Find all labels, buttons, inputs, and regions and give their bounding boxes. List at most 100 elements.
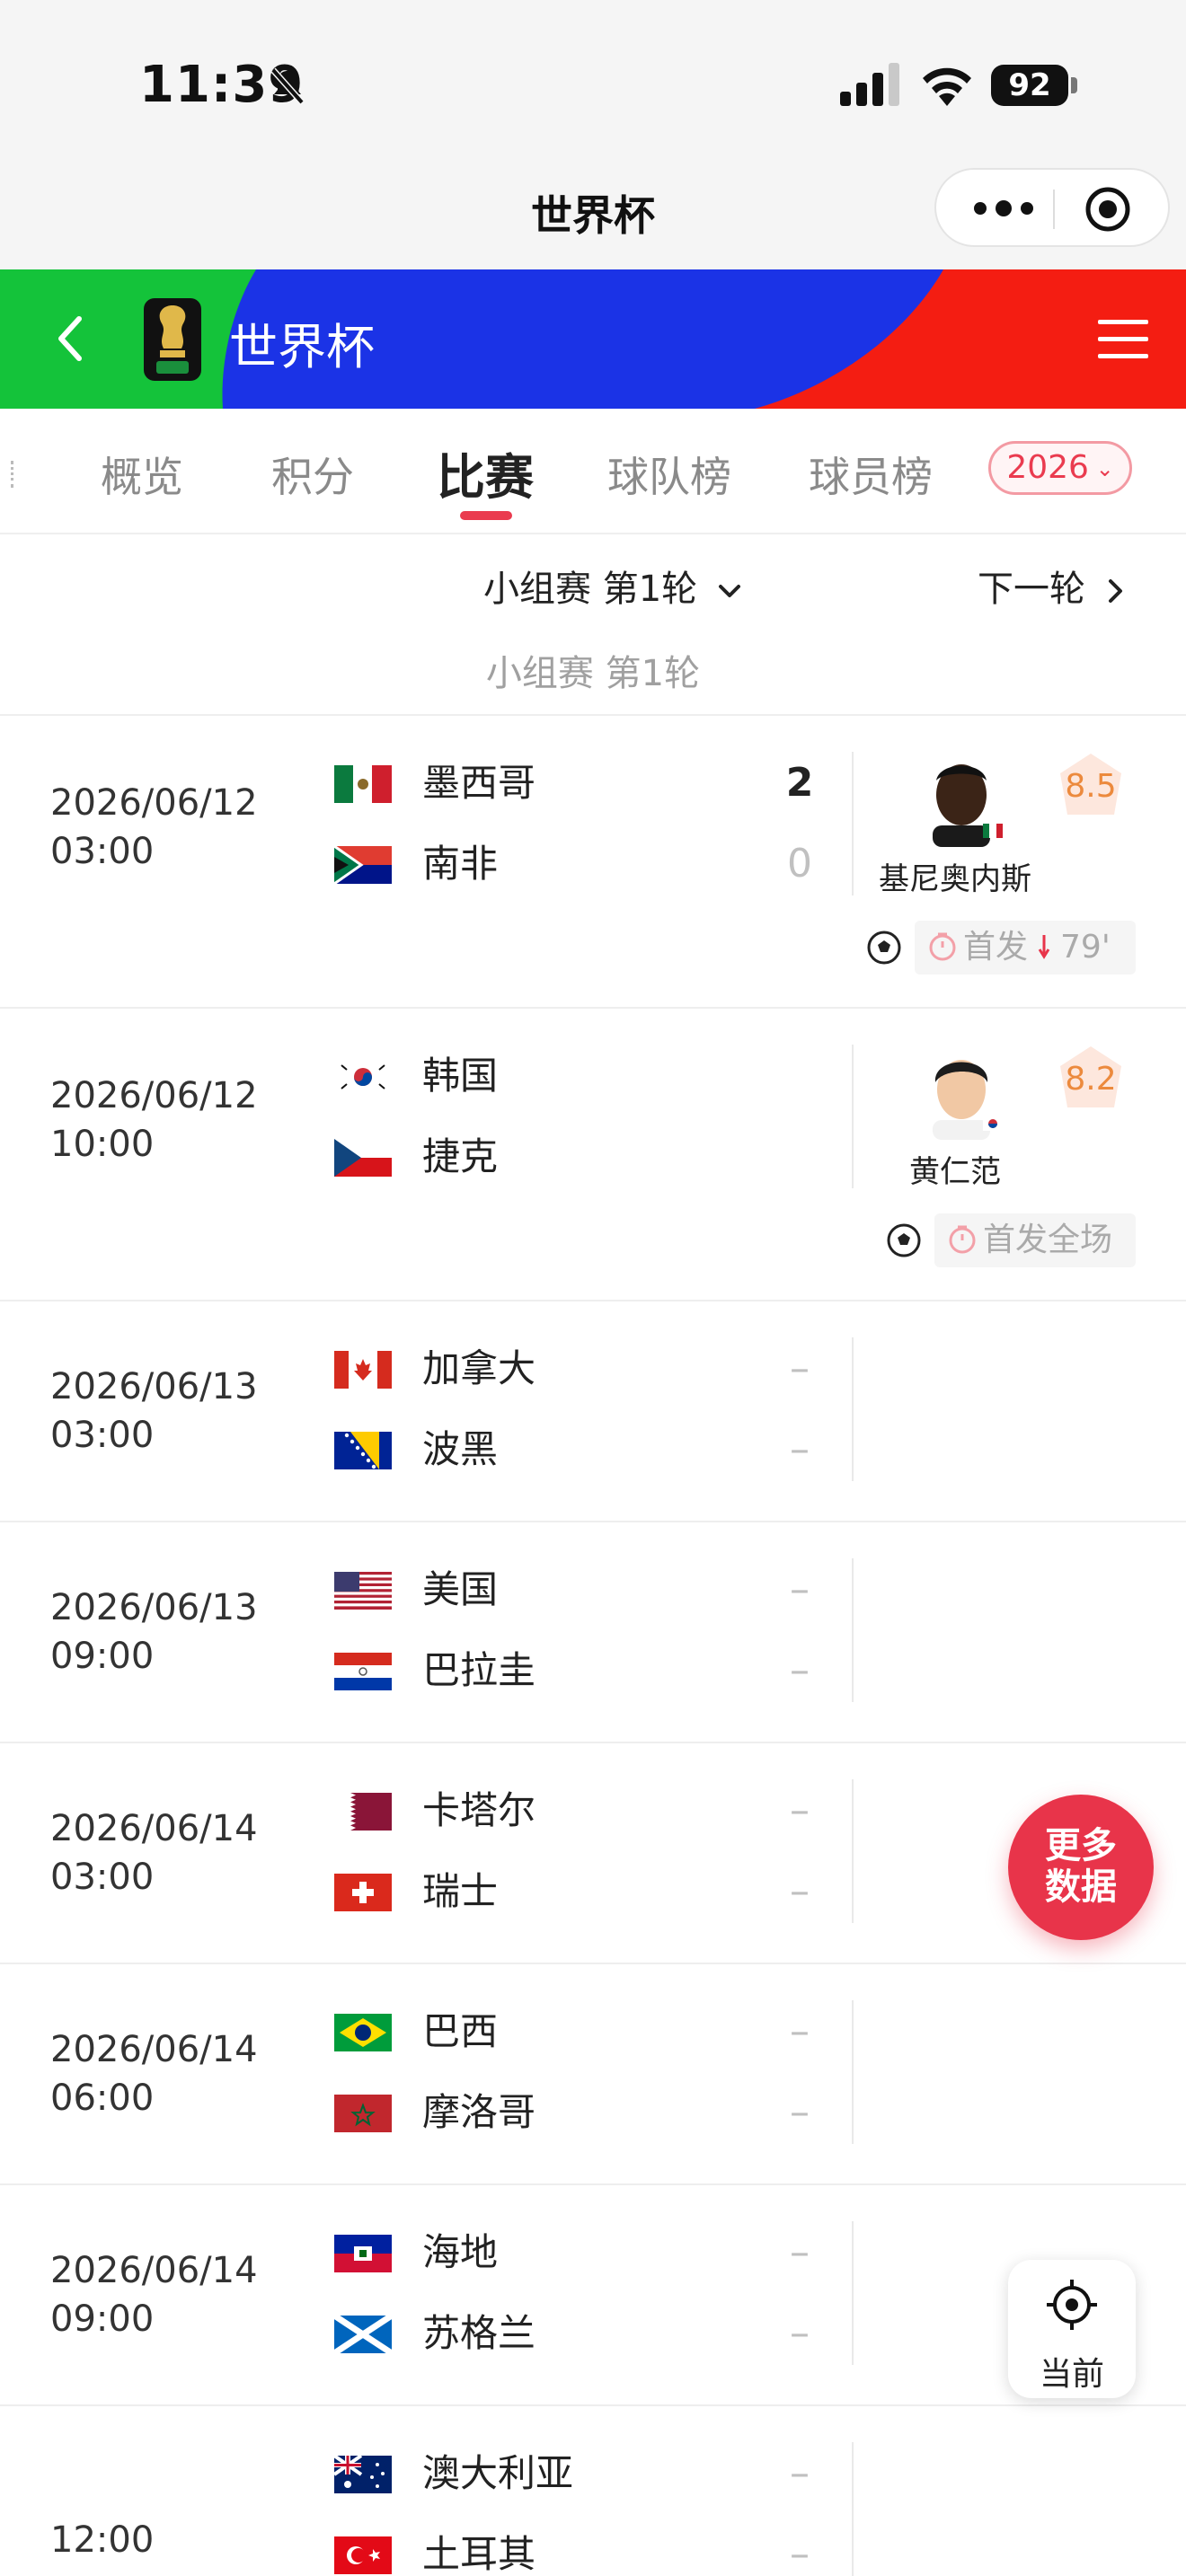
player-of-match[interactable]: 基尼奥内斯 [861,754,1049,906]
home-score: – [790,1345,810,1391]
match-datetime: 2026/06/12 10:00 [50,1072,258,1169]
divider [852,1045,854,1188]
player-name: 基尼奥内斯 [879,861,1031,897]
hamburger-menu-icon[interactable] [1096,316,1150,363]
match-datetime: 2026/06/14 03:00 [50,1804,258,1901]
match-time: 03:00 [50,1415,155,1456]
tab-player-rankings[interactable]: 球员榜 [809,445,933,504]
tab-team-rankings[interactable]: 球队榜 [607,445,731,504]
team-name: 海地 [422,2230,499,2274]
match-row[interactable]: 2026/06/12 03:00 墨西哥 南非 2 0 基尼奥内斯 8.5 首发… [0,716,1186,1009]
team-name: 南非 [422,842,499,886]
divider [852,752,854,895]
chevron-right-icon [1108,579,1122,603]
home-score: – [790,1787,810,1833]
target-icon[interactable] [1084,186,1131,233]
current-label: 当前 [1039,2356,1104,2393]
canada-flag-icon [334,1351,392,1389]
back-arrow-icon[interactable] [49,310,93,367]
team-name: 巴拉圭 [422,1648,536,1692]
player-rating: 8.5 [1065,768,1117,805]
player-of-match[interactable]: 黄仁范 [861,1046,1049,1199]
away-score: – [790,1868,810,1914]
south-korea-flag-icon [334,1058,392,1096]
clock-icon [949,1225,976,1254]
more-dots-icon[interactable] [972,195,1035,222]
tab-matches[interactable]: 比赛 [437,437,534,508]
player-stats-badges: 首发全场 [886,1213,1136,1267]
match-date: 2026/06/14 [50,2250,258,2291]
player-avatar [933,1060,1003,1140]
year-selector[interactable]: 2026 ⌄ [988,441,1132,495]
clock-icon [929,932,956,961]
active-tab-indicator [460,511,512,520]
match-time: 12:00 [50,2519,155,2561]
match-date [50,2467,154,2516]
home-score: – [790,1566,810,1612]
away-score: – [790,2531,810,2576]
current-round-button[interactable]: 当前 [1008,2260,1136,2398]
match-datetime: 2026/06/13 03:00 [50,1363,258,1460]
team-name: 美国 [422,1567,499,1611]
divider [852,2221,854,2365]
match-time: 03:00 [50,1857,155,1898]
soccer-ball-icon [867,931,901,965]
soccer-ball-icon [887,1223,921,1257]
round-dropdown[interactable]: 小组赛 第1轮 [483,560,743,612]
player-rating-badge: 8.2 [1055,1043,1127,1115]
match-row[interactable]: 12:00 澳大利亚 土耳其 – – [0,2406,1186,2576]
match-time: 09:00 [50,2298,155,2340]
team-name: 墨西哥 [422,761,536,805]
tab-standings[interactable]: 积分 [271,445,354,504]
divider [852,1779,854,1923]
away-score: – [790,2310,810,2356]
player-stats-badges: 首发 79' [866,921,1136,975]
team-name: 加拿大 [422,1346,536,1390]
paraguay-flag-icon [334,1653,392,1690]
home-score: – [790,2008,810,2054]
match-date: 2026/06/14 [50,2029,258,2070]
wifi-icon [923,67,971,106]
team-name: 巴西 [422,2009,499,2053]
usa-flag-icon [334,1572,392,1610]
match-row[interactable]: 2026/06/12 10:00 韩国 捷克 黄仁范 8.2 首发全场 [0,1009,1186,1301]
more-data-button[interactable]: 更多 数据 [1008,1795,1154,1940]
tab-overview[interactable]: 概览 [101,445,183,504]
home-score: 2 [785,760,814,806]
match-row[interactable]: 2026/06/14 06:00 巴西 摩洛哥 – – [0,1964,1186,2185]
divider [852,2000,854,2144]
switzerland-flag-icon [334,1874,392,1911]
divider [852,2442,854,2576]
sub-off-icon [1038,935,1050,959]
bell-muted-icon [270,67,305,105]
round-dropdown-label: 小组赛 第1轮 [483,569,698,610]
czech-flag-icon [334,1139,392,1177]
more-data-label-line1: 更多 [1045,1825,1117,1866]
match-date: 2026/06/12 [50,1075,258,1116]
lineup-label: 首发 [963,929,1029,966]
match-date: 2026/06/13 [50,1366,258,1407]
match-row[interactable]: 2026/06/13 03:00 加拿大 波黑 – – [0,1301,1186,1522]
chevron-down-icon [718,585,740,597]
bosnia-flag-icon [334,1432,392,1469]
more-data-label-line2: 数据 [1045,1866,1117,1908]
scroll-edge-indicator [11,461,16,488]
match-date: 2026/06/14 [50,1808,258,1849]
player-rating: 8.2 [1065,1061,1117,1098]
match-row[interactable]: 2026/06/13 09:00 美国 巴拉圭 – – [0,1522,1186,1743]
qatar-flag-icon [334,1793,392,1831]
morocco-flag-icon [334,2095,392,2132]
player-rating-badge: 8.5 [1055,750,1127,822]
away-score: – [790,1647,810,1693]
year-label: 2026 [1006,449,1089,486]
brazil-flag-icon [334,2014,392,2051]
team-name: 卡塔尔 [422,1788,536,1832]
team-name: 捷克 [422,1134,499,1178]
team-name: 波黑 [422,1427,499,1471]
match-date: 2026/06/13 [50,1587,258,1628]
australia-flag-icon [334,2456,392,2493]
round-subtitle: 小组赛 第1轮 [485,653,701,694]
world-cup-banner: 世界杯 [0,269,1186,409]
haiti-flag-icon [334,2235,392,2272]
next-round-button[interactable]: 下一轮 [978,560,1128,612]
